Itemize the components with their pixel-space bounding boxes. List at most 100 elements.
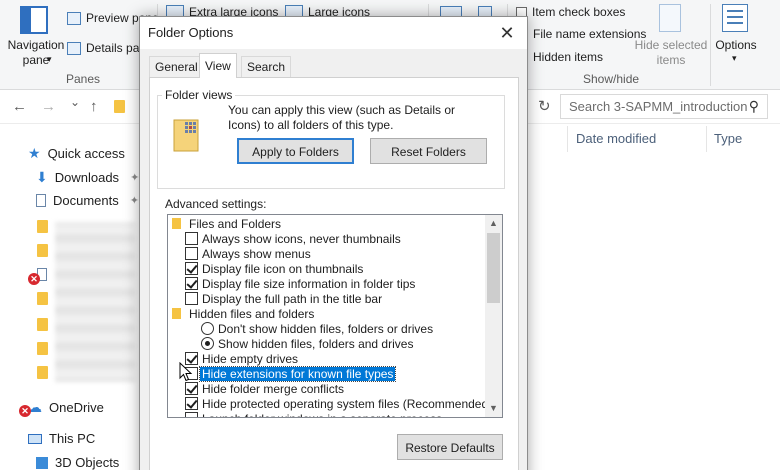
search-input[interactable]: Search 3-SAPMM_introduction ⚲	[560, 94, 768, 119]
folder-view-icon	[173, 119, 199, 152]
checkbox[interactable]	[185, 292, 198, 305]
navigation-pane-icon	[20, 6, 48, 34]
reset-folders-button[interactable]: Reset Folders	[370, 138, 487, 164]
panes-group-label: Panes	[66, 72, 101, 86]
scrollbar-thumb[interactable]	[487, 233, 500, 303]
star-icon: ★	[28, 145, 41, 161]
vertical-scrollbar[interactable]: ▲ ▼	[485, 215, 502, 417]
tab-search[interactable]: Search	[241, 56, 292, 77]
restore-defaults-button[interactable]: Restore Defaults	[397, 434, 503, 460]
advanced-settings-list[interactable]: Launch folder windows in a separate proc…	[167, 214, 503, 418]
search-placeholder: Search 3-SAPMM_introduction	[569, 99, 748, 114]
sidebar-item-this-pc[interactable]: This PC	[28, 431, 95, 446]
options-button[interactable]: Options	[713, 38, 759, 52]
settings-option-label: Hide extensions for known file types	[198, 365, 397, 382]
column-separator[interactable]	[567, 126, 568, 152]
checkbox[interactable]	[185, 412, 198, 417]
settings-option[interactable]: Hide extensions for known file types	[185, 365, 397, 382]
folder-views-label: Folder views	[162, 88, 236, 102]
settings-option[interactable]: Hide empty drives	[185, 351, 298, 366]
checkbox[interactable]	[185, 232, 198, 245]
settings-option-label: Hide empty drives	[202, 351, 299, 366]
folder-icon	[37, 366, 48, 379]
hidden-items-option[interactable]: Hidden items	[533, 50, 603, 64]
details-pane-icon	[67, 41, 81, 55]
sidebar-item-label: Quick access	[47, 146, 125, 161]
preview-pane-icon	[67, 11, 81, 25]
sidebar-item-3d-objects[interactable]: 3D Objects	[36, 455, 119, 470]
navigation-pane-button[interactable]: Navigation pane	[6, 38, 66, 68]
advanced-settings-label: Advanced settings:	[165, 197, 267, 211]
settings-option[interactable]: Show hidden files, folders and drives	[201, 336, 413, 351]
file-name-extensions-label: File name extensions	[533, 27, 647, 41]
settings-option-label: Hide folder merge conflicts	[202, 381, 345, 396]
hide-selected-items-button[interactable]: Hide selected items	[633, 38, 709, 68]
settings-option[interactable]: Display file icon on thumbnails	[185, 261, 363, 276]
blurred-folder-list	[55, 222, 135, 382]
settings-option-label: Hide protected operating system files (R…	[202, 396, 493, 411]
settings-option[interactable]: Always show icons, never thumbnails	[185, 231, 401, 246]
sidebar-item-downloads[interactable]: ⬇ Downloads ✦	[36, 169, 139, 186]
folder-icon	[37, 342, 48, 355]
folder-icon	[37, 292, 48, 305]
radio-button[interactable]	[201, 337, 214, 350]
radio-button[interactable]	[201, 322, 214, 335]
pin-icon: ✦	[129, 195, 139, 207]
file-name-extensions-option[interactable]: File name extensions	[533, 27, 646, 41]
tab-general[interactable]: General	[149, 56, 204, 77]
hidden-items-label: Hidden items	[533, 50, 604, 64]
checkbox[interactable]	[185, 247, 198, 260]
item-check-boxes-label: Item check boxes	[532, 5, 626, 19]
sidebar-item-quick-access[interactable]: ★ Quick access	[28, 145, 125, 162]
settings-option-label: Always show menus	[202, 246, 311, 261]
dialog-titlebar[interactable]: Folder Options ✕	[140, 17, 527, 49]
scroll-down-icon[interactable]: ▼	[485, 400, 502, 417]
up-arrow-icon[interactable]: ↑	[90, 98, 98, 115]
item-check-boxes-option[interactable]: Item check boxes	[516, 5, 625, 19]
settings-option[interactable]: Display the full path in the title bar	[185, 291, 382, 306]
sidebar-item-documents[interactable]: Documents ✦	[36, 193, 139, 208]
apply-to-folders-button[interactable]: Apply to Folders	[237, 138, 354, 164]
checkbox[interactable]	[185, 397, 198, 410]
show-hide-group-label: Show/hide	[583, 72, 640, 86]
column-header-type[interactable]: Type	[714, 131, 742, 146]
folder-icon	[172, 218, 181, 229]
close-icon[interactable]: ✕	[495, 21, 519, 45]
document-icon	[36, 194, 46, 207]
settings-option[interactable]: Hide folder merge conflicts	[185, 381, 344, 396]
settings-option-label: Show hidden files, folders and drives	[218, 336, 414, 351]
forward-arrow-icon[interactable]: →	[41, 98, 56, 115]
checkbox[interactable]	[185, 382, 198, 395]
sidebar-item-onedrive[interactable]: ☁ OneDrive	[28, 399, 104, 416]
settings-option-label: Display the full path in the title bar	[202, 291, 383, 306]
settings-option[interactable]: Launch folder windows in a separate proc…	[185, 411, 442, 417]
mouse-cursor-icon	[179, 362, 193, 382]
checkbox[interactable]	[185, 277, 198, 290]
pin-icon: ✦	[130, 172, 140, 184]
settings-option[interactable]: Display file size information in folder …	[185, 276, 415, 291]
settings-option[interactable]: Always show menus	[185, 246, 311, 261]
ribbon-separator	[710, 4, 711, 86]
error-icon: ✕	[19, 405, 31, 417]
column-header-date-modified[interactable]: Date modified	[576, 131, 656, 146]
scroll-up-icon[interactable]: ▲	[485, 215, 502, 232]
settings-category: Files and Folders	[172, 216, 281, 231]
settings-option-label: Hidden files and folders	[189, 306, 315, 321]
back-arrow-icon[interactable]: ←	[12, 98, 27, 115]
folder-options-dialog: Folder Options ✕ General View Search Fol…	[139, 16, 528, 470]
tab-view[interactable]: View	[199, 53, 237, 78]
search-icon[interactable]: ⚲	[749, 98, 759, 115]
chevron-down-icon: ▾	[47, 54, 52, 64]
computer-icon	[28, 433, 42, 444]
options-icon	[722, 4, 748, 32]
settings-option-label: Always show icons, never thumbnails	[202, 231, 401, 246]
column-separator[interactable]	[706, 126, 707, 152]
settings-option[interactable]: Don't show hidden files, folders or driv…	[201, 321, 433, 336]
settings-option-label: Display file size information in folder …	[202, 276, 416, 291]
checkbox[interactable]	[185, 262, 198, 275]
settings-option-label: Don't show hidden files, folders or driv…	[218, 321, 434, 336]
settings-option[interactable]: Hide protected operating system files (R…	[185, 396, 492, 411]
recent-locations-icon[interactable]: ⌄	[70, 95, 80, 109]
refresh-icon[interactable]: ↻	[538, 97, 551, 115]
settings-category: Hidden files and folders	[172, 306, 314, 321]
